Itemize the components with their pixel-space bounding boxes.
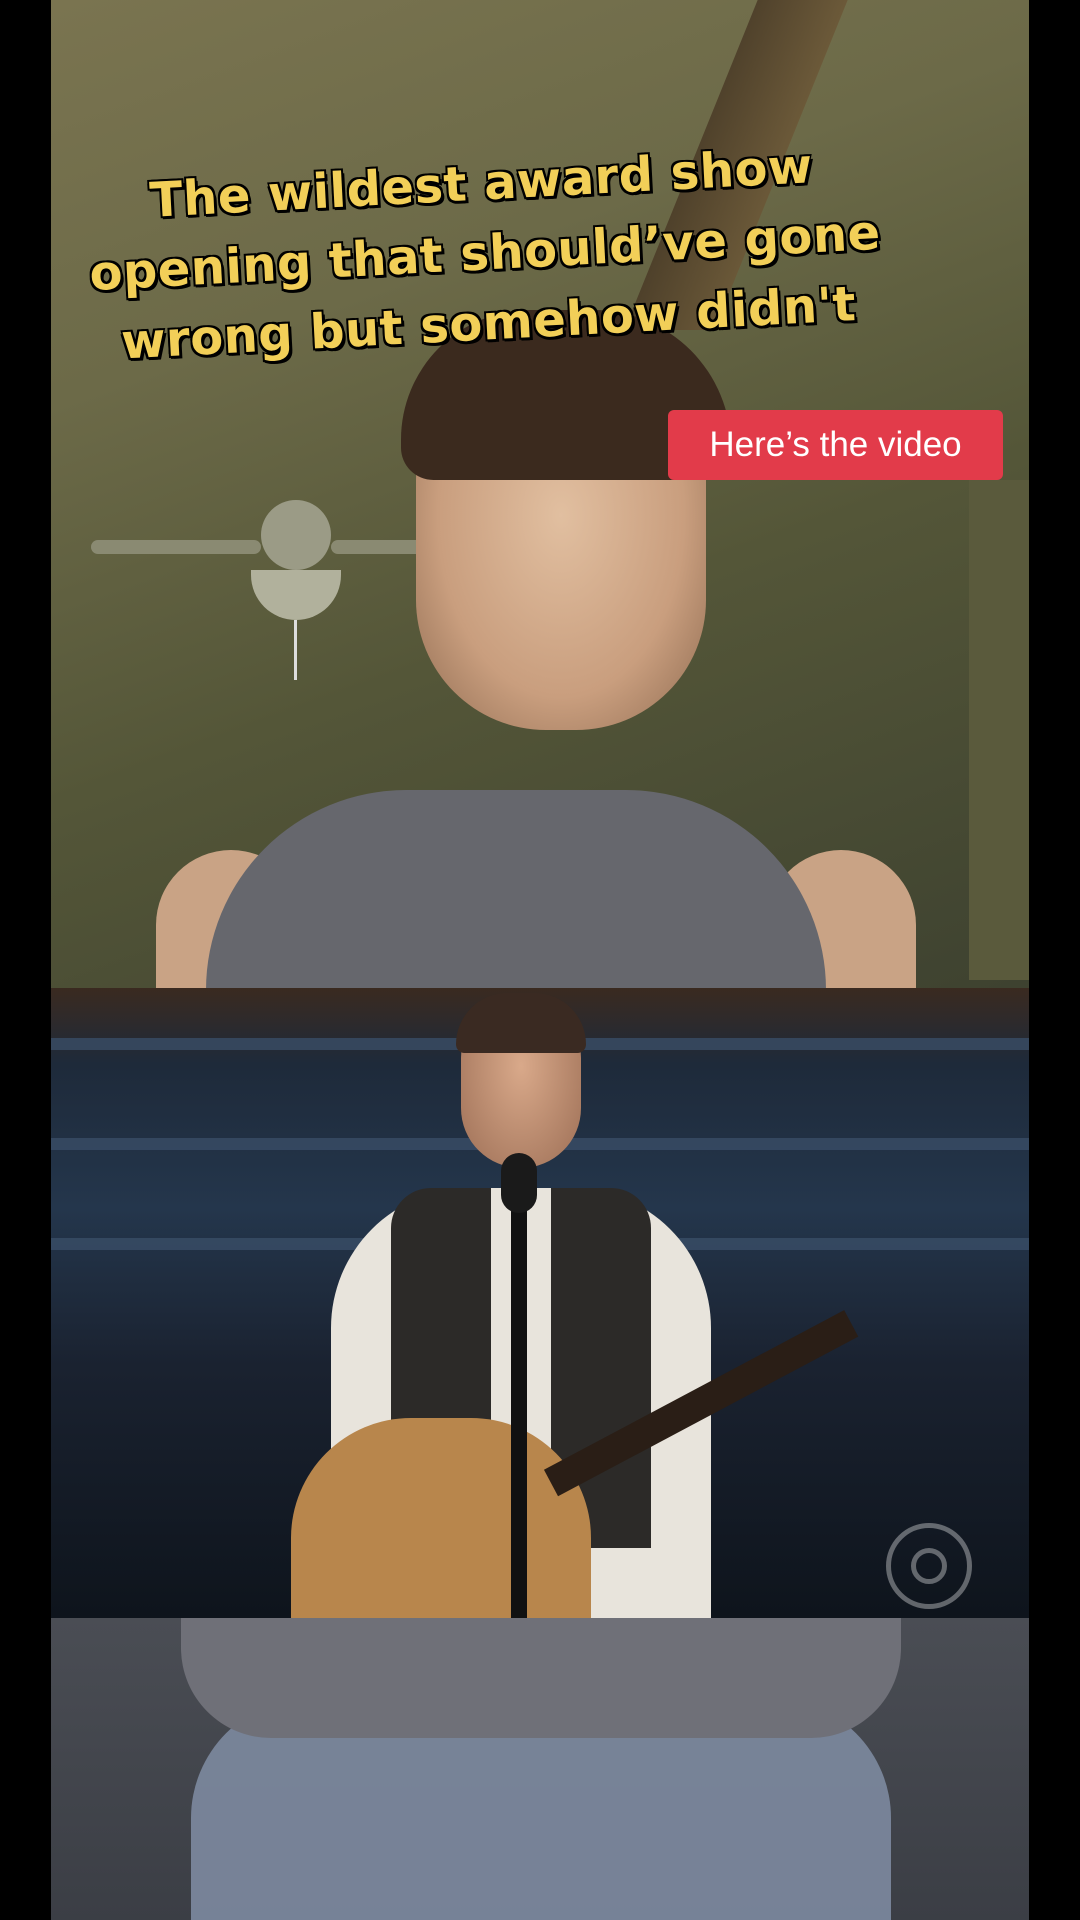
performance-clip [51, 988, 1029, 1628]
mic-stand [511, 1158, 527, 1618]
video-link-button[interactable]: Here’s the video [668, 410, 1003, 480]
performer [251, 993, 859, 1628]
acoustic-guitar [291, 1418, 591, 1618]
wall-edge [969, 480, 1029, 980]
creator-lower-body [51, 1618, 1029, 1920]
video-caption: The wildest award show opening that shou… [70, 127, 900, 380]
microphone [501, 1153, 537, 1213]
creator-shirt-lower [181, 1618, 901, 1738]
creator-shirt [206, 790, 826, 1000]
cbs-eye-logo-icon [886, 1523, 972, 1609]
performer-hair [456, 993, 586, 1053]
